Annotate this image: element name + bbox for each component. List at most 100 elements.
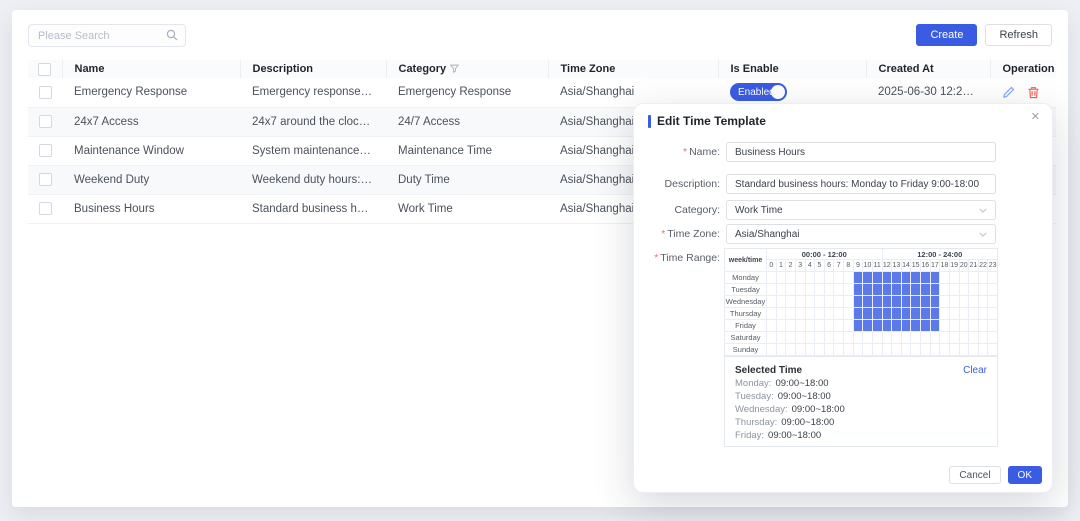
grid-cell[interactable]: [767, 272, 777, 284]
grid-cell[interactable]: [940, 332, 950, 344]
grid-cell[interactable]: [940, 344, 950, 356]
grid-cell[interactable]: [786, 308, 796, 320]
grid-cell[interactable]: [892, 272, 902, 284]
grid-cell[interactable]: [921, 332, 931, 344]
grid-cell[interactable]: [854, 284, 864, 296]
grid-cell[interactable]: [815, 284, 825, 296]
grid-cell[interactable]: [767, 320, 777, 332]
grid-cell[interactable]: [940, 308, 950, 320]
grid-cell[interactable]: [854, 296, 864, 308]
grid-cell[interactable]: [806, 308, 816, 320]
grid-cell[interactable]: [844, 272, 854, 284]
grid-cell[interactable]: [902, 344, 912, 356]
grid-cell[interactable]: [892, 344, 902, 356]
grid-cell[interactable]: [863, 284, 873, 296]
grid-cell[interactable]: [979, 332, 989, 344]
grid-cell[interactable]: [806, 332, 816, 344]
grid-cell[interactable]: [960, 344, 970, 356]
row-checkbox[interactable]: [39, 115, 52, 128]
cancel-button[interactable]: Cancel: [949, 466, 1000, 484]
grid-cell[interactable]: [902, 272, 912, 284]
grid-cell[interactable]: [979, 296, 989, 308]
grid-cell[interactable]: [806, 296, 816, 308]
grid-cell[interactable]: [815, 272, 825, 284]
grid-cell[interactable]: [902, 284, 912, 296]
grid-cell[interactable]: [988, 284, 997, 296]
grid-cell[interactable]: [796, 332, 806, 344]
grid-cell[interactable]: [969, 296, 979, 308]
grid-cell[interactable]: [931, 344, 941, 356]
grid-cell[interactable]: [911, 308, 921, 320]
grid-cell[interactable]: [786, 320, 796, 332]
grid-cell[interactable]: [911, 332, 921, 344]
grid-cell[interactable]: [806, 284, 816, 296]
grid-cell[interactable]: [931, 284, 941, 296]
grid-cell[interactable]: [834, 284, 844, 296]
grid-cell[interactable]: [786, 332, 796, 344]
grid-cell[interactable]: [892, 284, 902, 296]
grid-cell[interactable]: [979, 344, 989, 356]
refresh-button[interactable]: Refresh: [985, 24, 1052, 46]
grid-cell[interactable]: [786, 284, 796, 296]
grid-cell[interactable]: [863, 332, 873, 344]
grid-cell[interactable]: [931, 308, 941, 320]
grid-cell[interactable]: [931, 320, 941, 332]
grid-cell[interactable]: [921, 272, 931, 284]
grid-cell[interactable]: [825, 272, 835, 284]
grid-cell[interactable]: [921, 344, 931, 356]
grid-cell[interactable]: [883, 332, 893, 344]
grid-cell[interactable]: [834, 272, 844, 284]
grid-cell[interactable]: [854, 308, 864, 320]
grid-cell[interactable]: [796, 296, 806, 308]
grid-cell[interactable]: [834, 344, 844, 356]
grid-cell[interactable]: [777, 308, 787, 320]
grid-cell[interactable]: [873, 272, 883, 284]
grid-cell[interactable]: [777, 272, 787, 284]
grid-cell[interactable]: [777, 284, 787, 296]
grid-cell[interactable]: [969, 272, 979, 284]
grid-cell[interactable]: [767, 296, 777, 308]
grid-cell[interactable]: [960, 320, 970, 332]
grid-cell[interactable]: [777, 344, 787, 356]
grid-cell[interactable]: [883, 284, 893, 296]
grid-cell[interactable]: [815, 296, 825, 308]
grid-cell[interactable]: [969, 284, 979, 296]
grid-cell[interactable]: [883, 296, 893, 308]
grid-cell[interactable]: [931, 332, 941, 344]
grid-cell[interactable]: [911, 320, 921, 332]
grid-cell[interactable]: [902, 308, 912, 320]
grid-cell[interactable]: [960, 284, 970, 296]
grid-cell[interactable]: [960, 308, 970, 320]
close-icon[interactable]: ✕: [1031, 112, 1040, 123]
grid-cell[interactable]: [873, 332, 883, 344]
grid-cell[interactable]: [767, 284, 777, 296]
grid-cell[interactable]: [892, 320, 902, 332]
grid-cell[interactable]: [815, 320, 825, 332]
search-input[interactable]: [28, 24, 186, 47]
category-select[interactable]: Work Time: [726, 200, 996, 220]
grid-cell[interactable]: [969, 344, 979, 356]
grid-cell[interactable]: [911, 284, 921, 296]
grid-cell[interactable]: [969, 308, 979, 320]
grid-cell[interactable]: [940, 320, 950, 332]
clear-link[interactable]: Clear: [963, 365, 987, 376]
edit-icon[interactable]: [1002, 86, 1015, 99]
grid-cell[interactable]: [931, 272, 941, 284]
grid-cell[interactable]: [969, 332, 979, 344]
grid-cell[interactable]: [825, 308, 835, 320]
grid-cell[interactable]: [921, 296, 931, 308]
row-checkbox[interactable]: [39, 173, 52, 186]
grid-cell[interactable]: [844, 332, 854, 344]
grid-cell[interactable]: [825, 344, 835, 356]
grid-cell[interactable]: [988, 308, 997, 320]
grid-cell[interactable]: [777, 332, 787, 344]
grid-cell[interactable]: [854, 344, 864, 356]
grid-cell[interactable]: [796, 308, 806, 320]
grid-cell[interactable]: [883, 320, 893, 332]
grid-cell[interactable]: [911, 344, 921, 356]
grid-cell[interactable]: [873, 344, 883, 356]
grid-cell[interactable]: [815, 332, 825, 344]
grid-cell[interactable]: [911, 296, 921, 308]
grid-cell[interactable]: [825, 284, 835, 296]
grid-cell[interactable]: [786, 296, 796, 308]
